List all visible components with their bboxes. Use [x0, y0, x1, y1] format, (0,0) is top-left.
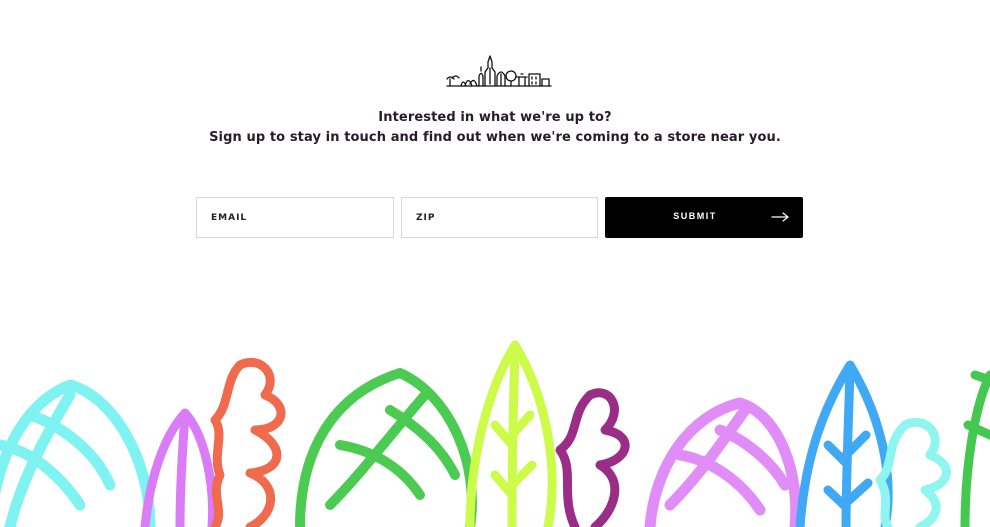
- submit-button[interactable]: SUBMIT: [605, 197, 803, 238]
- headline-question: Interested in what we're up to?: [378, 110, 612, 125]
- leaf-cyan-left: [0, 379, 156, 527]
- leaf-lime: [465, 340, 557, 527]
- plant-illustration: [0, 340, 990, 527]
- arrow-right-icon: [771, 212, 789, 222]
- city-skyline-icon: [446, 55, 552, 87]
- leaf-green-center: [295, 368, 477, 527]
- leaf-light-purple: [644, 397, 802, 527]
- email-input[interactable]: [196, 197, 394, 238]
- headline-description: Sign up to stay in touch and find out wh…: [209, 130, 781, 145]
- leaf-blue: [795, 360, 893, 527]
- zip-input[interactable]: [401, 197, 598, 238]
- signup-page: Interested in what we're up to? Sign up …: [0, 0, 990, 527]
- leaf-green-right: [960, 370, 990, 527]
- submit-label: SUBMIT: [673, 211, 717, 221]
- leaf-orange: [210, 357, 286, 527]
- leaf-magenta: [555, 388, 630, 527]
- leaf-purple-left: [140, 408, 217, 527]
